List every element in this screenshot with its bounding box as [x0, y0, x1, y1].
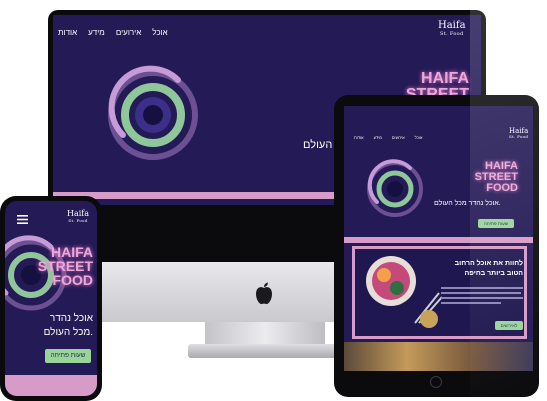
nav-item-food[interactable]: אוכל [152, 28, 167, 37]
phone-pink-band [5, 375, 97, 396]
desktop-logo[interactable]: Haifa St. Food [438, 21, 466, 39]
phone-screen: Haifa St. Food HAIFA STREET FOOD אוכל נה… [5, 201, 97, 396]
nav-item-food[interactable]: אוכל [415, 135, 423, 140]
phone-hero-title: HAIFA STREET FOOD [37, 244, 93, 288]
desktop-nav: אודות מידע אירועים אוכל [58, 28, 168, 37]
nav-item-about[interactable]: אודות [354, 135, 364, 140]
reflection-overlay [470, 0, 547, 401]
phone-logo[interactable]: Haifa St. Food [67, 210, 89, 224]
logo-subtext: St. Food [440, 31, 464, 37]
imac-stand-base [188, 344, 340, 358]
tablet-nav: אודות מידע אירועים אוכל [354, 135, 422, 140]
nav-item-events[interactable]: אירועים [392, 135, 405, 140]
tablet-home-button[interactable] [430, 376, 442, 388]
nav-item-events[interactable]: אירועים [116, 28, 141, 37]
hamburger-menu-icon[interactable] [17, 215, 28, 224]
imac-stand [205, 322, 325, 344]
tablet-food-bowl-image [366, 256, 416, 306]
phone-hours-button[interactable]: שעות פתיחה [45, 349, 91, 363]
nav-item-info[interactable]: מידע [374, 135, 382, 140]
apple-logo-icon [256, 282, 272, 305]
phone-tagline: אוכל נהדר מכל העולם. [43, 313, 93, 338]
nav-item-about[interactable]: אודות [58, 28, 77, 37]
nav-item-info[interactable]: מידע [88, 28, 105, 37]
tablet-rings-graphic [367, 159, 423, 217]
hero-rings-graphic [108, 65, 198, 160]
sauce-bowl-image [420, 310, 438, 328]
